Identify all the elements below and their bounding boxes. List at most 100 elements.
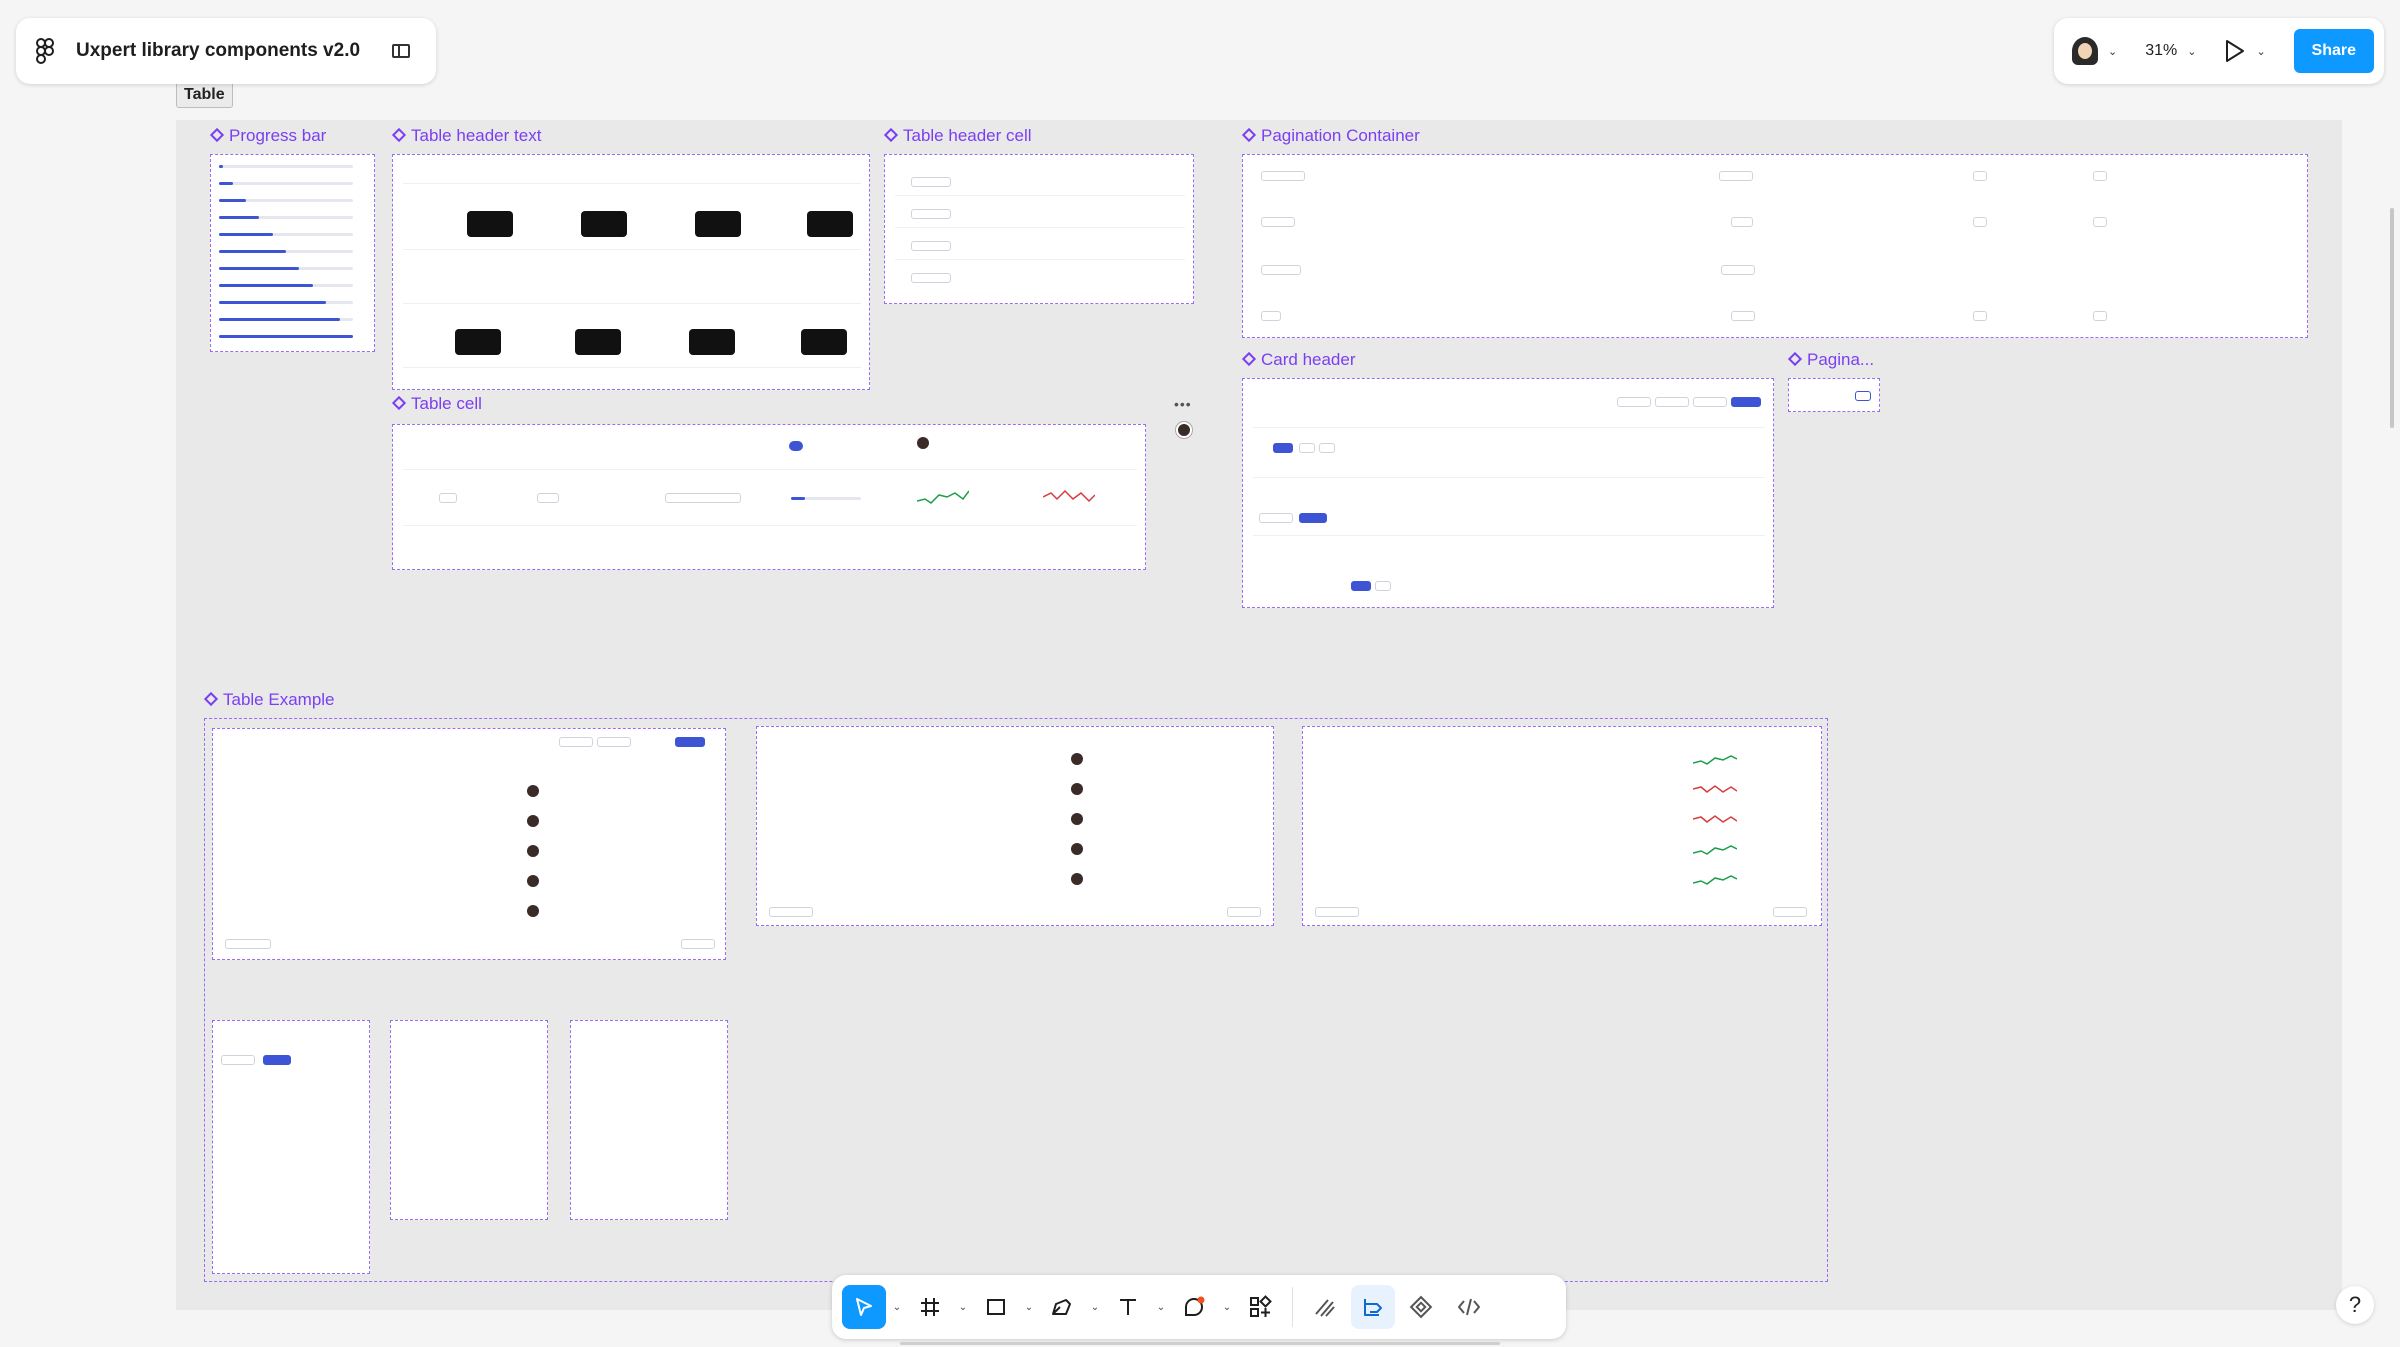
- progress-track: [791, 497, 861, 500]
- table-example-card[interactable]: [390, 1020, 548, 1220]
- header-cell: [911, 177, 951, 187]
- table-example-card[interactable]: [570, 1020, 728, 1220]
- frame-tool-icon[interactable]: [908, 1285, 952, 1329]
- previous-button: [769, 907, 813, 917]
- progress-fill: [219, 318, 340, 321]
- frame-label-table-example[interactable]: Table Example: [203, 690, 335, 710]
- horizontal-scrollbar[interactable]: [900, 1342, 1500, 1345]
- component-icon: [391, 395, 407, 411]
- table-example-card[interactable]: [212, 728, 726, 960]
- progress-bar-frame[interactable]: [210, 154, 375, 352]
- avatar: [527, 905, 539, 917]
- progress-fill: [219, 250, 286, 253]
- frame-label-progress-bar[interactable]: Progress bar: [209, 126, 326, 146]
- chevron-down-icon[interactable]: ⌄: [1022, 1302, 1036, 1313]
- help-label: ?: [2348, 1292, 2362, 1317]
- arrow-button: [1973, 217, 1987, 227]
- help-button[interactable]: ?: [2336, 1286, 2374, 1324]
- chevron-down-icon[interactable]: ⌄: [2256, 45, 2265, 58]
- user-avatar[interactable]: [2072, 37, 2098, 65]
- table-example-card[interactable]: [212, 1020, 370, 1274]
- pagination-container-frame[interactable]: [1242, 154, 2308, 338]
- secondary-button: [221, 1055, 255, 1065]
- bottom-toolbar: ⌄ ⌄ ⌄ ⌄ ⌄ ⌄: [832, 1275, 1566, 1339]
- page-button: [1855, 391, 1871, 401]
- file-title[interactable]: Uxpert library components v2.0: [76, 40, 360, 62]
- chevron-down-icon[interactable]: ⌄: [1088, 1302, 1102, 1313]
- progress-track: [219, 182, 353, 185]
- frame-label-table-header-cell[interactable]: Table header cell: [883, 126, 1032, 146]
- table-header-text-frame[interactable]: [392, 154, 870, 390]
- move-tool-icon[interactable]: [842, 1285, 886, 1329]
- next-button: [1731, 217, 1753, 227]
- chevron-down-icon[interactable]: ⌄: [2108, 45, 2117, 58]
- tooltip: [467, 211, 513, 237]
- vertical-scrollbar[interactable]: [2390, 208, 2394, 428]
- section-tag[interactable]: Table: [176, 82, 233, 108]
- frame-label-pagination[interactable]: Pagina...: [1787, 350, 1874, 370]
- divider: [895, 195, 1185, 196]
- frame-label-pagination-container[interactable]: Pagination Container: [1241, 126, 1420, 146]
- share-button[interactable]: Share: [2293, 29, 2374, 73]
- frame-label-table-cell[interactable]: Table cell: [391, 394, 482, 414]
- rectangle-tool-icon[interactable]: [974, 1285, 1018, 1329]
- divider: [1253, 535, 1765, 536]
- design-mode-icon[interactable]: [1351, 1285, 1395, 1329]
- table-example-card[interactable]: [756, 726, 1274, 926]
- dev-mode-icon[interactable]: [1447, 1285, 1491, 1329]
- figma-logo-icon[interactable]: [36, 38, 54, 64]
- play-icon[interactable]: [2224, 39, 2246, 63]
- avatar: [527, 815, 539, 827]
- chevron-down-icon[interactable]: ⌄: [2187, 45, 2196, 58]
- frame-label-table-header-text[interactable]: Table header text: [391, 126, 541, 146]
- divider: [403, 303, 861, 304]
- progress-track: [219, 199, 353, 202]
- chevron-down-icon[interactable]: ⌄: [1154, 1302, 1168, 1313]
- zoom-level[interactable]: 31%: [2145, 42, 2177, 60]
- previous-button: [1261, 265, 1301, 275]
- table-header-cell-frame[interactable]: [884, 154, 1194, 304]
- arrow-button: [2093, 171, 2107, 181]
- text-tool-icon[interactable]: [1106, 1285, 1150, 1329]
- tooltip: [689, 329, 735, 355]
- chevron-down-icon[interactable]: ⌄: [956, 1302, 970, 1313]
- previous-button: [1315, 907, 1359, 917]
- avatar[interactable]: [1176, 422, 1192, 438]
- table-example-card[interactable]: [1302, 726, 1822, 926]
- avatar: [1071, 813, 1083, 825]
- prototype-mode-icon[interactable]: [1399, 1285, 1443, 1329]
- divider: [895, 227, 1185, 228]
- table-cell-frame[interactable]: [392, 424, 1146, 570]
- tooltip: [801, 329, 847, 355]
- progress-track: [219, 335, 353, 338]
- comment-tool-icon[interactable]: [1172, 1285, 1216, 1329]
- progress-track: [219, 267, 353, 270]
- previous-button: [225, 939, 271, 949]
- next-button: [1731, 311, 1755, 321]
- secondary-button: [1319, 443, 1335, 453]
- frame-label-card-header[interactable]: Card header: [1241, 350, 1356, 370]
- chevron-down-icon[interactable]: ⌄: [890, 1302, 904, 1313]
- avatar: [1071, 873, 1083, 885]
- pagination-frame[interactable]: [1788, 378, 1880, 412]
- more-options-icon[interactable]: •••: [1174, 396, 1192, 412]
- tooltip: [807, 211, 853, 237]
- resources-tool-icon[interactable]: [1238, 1285, 1282, 1329]
- progress-fill: [791, 497, 805, 500]
- component-icon: [203, 691, 219, 707]
- card-header-frame[interactable]: [1242, 378, 1774, 608]
- draw-mode-icon[interactable]: [1303, 1285, 1347, 1329]
- arrow-button: [1973, 171, 1987, 181]
- secondary-button: [559, 737, 593, 747]
- progress-track: [219, 301, 353, 304]
- sparkline-green: [1693, 845, 1737, 855]
- previous-button: [1261, 311, 1281, 321]
- sidebar-toggle-icon[interactable]: [392, 44, 411, 58]
- progress-track: [219, 233, 353, 236]
- avatar: [917, 437, 929, 449]
- chevron-down-icon[interactable]: ⌄: [1220, 1302, 1234, 1313]
- next-button: [1721, 265, 1755, 275]
- progress-track: [219, 284, 353, 287]
- divider: [403, 367, 861, 368]
- pen-tool-icon[interactable]: [1040, 1285, 1084, 1329]
